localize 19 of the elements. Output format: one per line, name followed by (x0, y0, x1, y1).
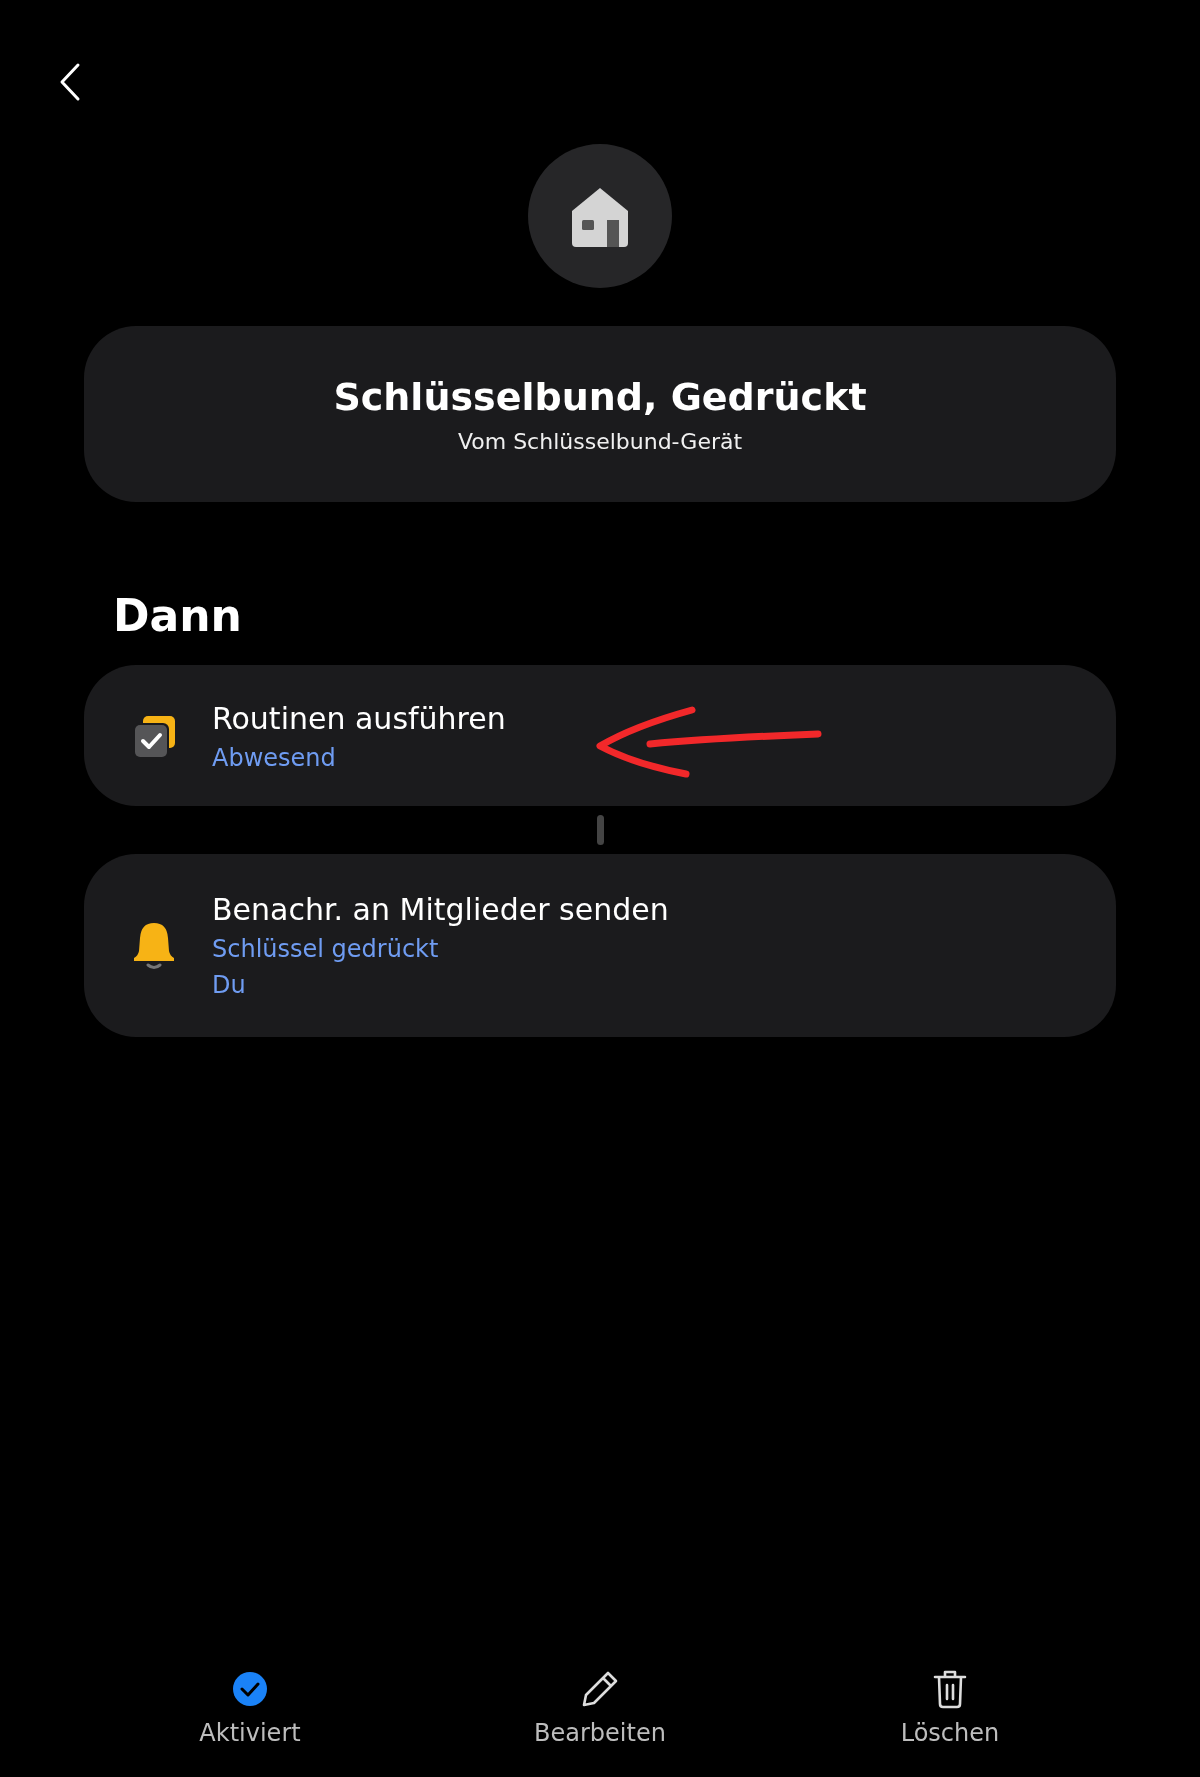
bell-icon (132, 920, 176, 971)
trigger-card[interactable]: Schlüsselbund, Gedrückt Vom Schlüsselbund-Gerät (84, 326, 1116, 502)
trash-icon (933, 1669, 967, 1709)
delete-button[interactable]: Löschen (900, 1669, 1000, 1747)
trigger-title: Schlüsselbund, Gedrückt (333, 374, 867, 419)
activated-button[interactable]: Aktiviert (199, 1669, 301, 1747)
connector-line (596, 815, 604, 845)
section-title: Dann (113, 590, 242, 641)
trigger-subtitle: Vom Schlüsselbund-Gerät (457, 428, 743, 454)
action-detail: Abwesend (212, 744, 337, 772)
action-detail: Schlüssel gedrückt (212, 935, 440, 963)
action-title: Benachr. an Mitglieder senden (212, 892, 669, 927)
back-icon[interactable] (58, 62, 82, 102)
edit-button[interactable]: Bearbeiten (534, 1669, 666, 1747)
action-card[interactable]: Routinen ausführen Abwesend (84, 665, 1116, 806)
action-card[interactable]: Benachr. an Mitglieder senden Schlüssel gedrückt Du (84, 854, 1116, 1037)
action-title: Routinen ausführen (212, 701, 506, 736)
action-detail: Du (212, 971, 247, 999)
pencil-icon (581, 1670, 619, 1708)
